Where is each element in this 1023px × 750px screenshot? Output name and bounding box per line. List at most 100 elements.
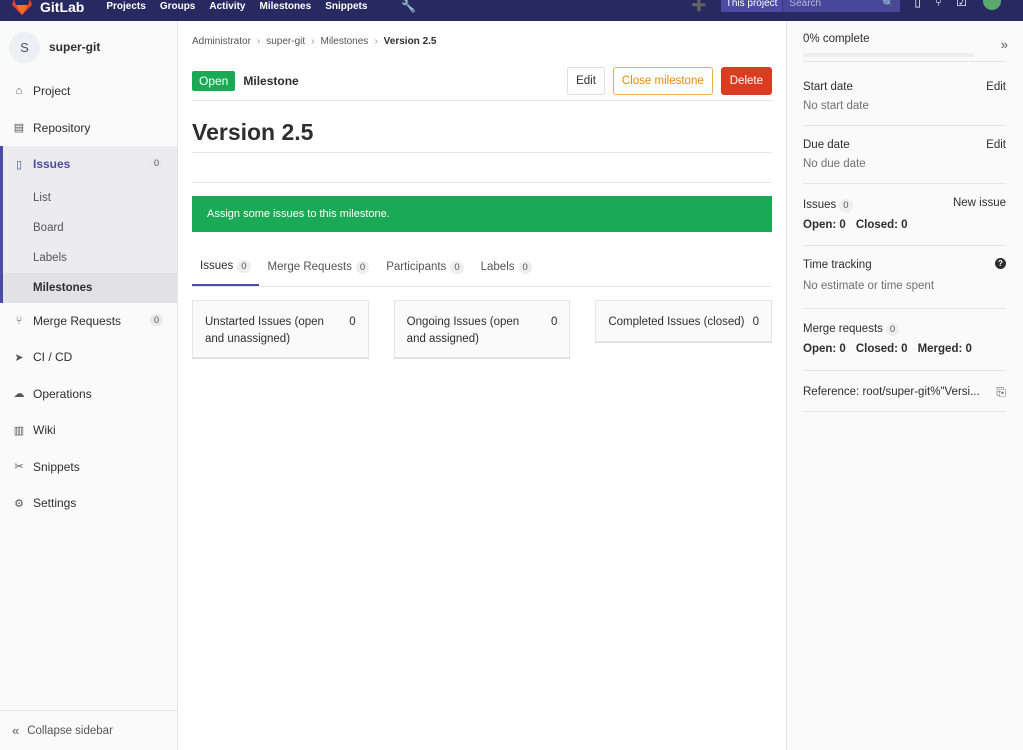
project-name: super-git (49, 40, 101, 54)
time-tracking-value: No estimate or time spent (803, 280, 935, 292)
issues-count: 0 (839, 199, 853, 212)
double-chevron-right-icon[interactable]: » (1001, 37, 1008, 52)
chevron-right-icon: › (311, 35, 315, 47)
due-date-value: No due date (803, 158, 866, 170)
sidebar-item-label: Wiki (33, 423, 56, 438)
milestone-header: Open Milestone Edit Close milestone Dele… (192, 61, 772, 101)
doc-icon: ▤ (13, 122, 25, 135)
board-count: 0 (752, 316, 760, 328)
search-input[interactable]: Search 🔍 (782, 0, 901, 12)
assign-issues-alert: Assign some issues to this milestone. (192, 196, 772, 232)
issues-block: Issues 0 New issue Open: 0 Closed: 0 (803, 184, 1006, 246)
sidebar-item-label: Repository (33, 120, 91, 135)
admin-wrench-icon[interactable]: 🔧 (401, 0, 416, 13)
progress-bar (803, 53, 974, 57)
sidebar-item-label: Settings (33, 496, 77, 511)
sidebar-item-settings[interactable]: ⚙ Settings (0, 485, 177, 522)
time-tracking-block: Time tracking ? No estimate or time spen… (803, 246, 1006, 309)
breadcrumb-current[interactable]: Version 2.5 (384, 36, 437, 47)
board-count: 0 (349, 316, 356, 328)
new-dropdown-icon[interactable]: ➕ (692, 0, 707, 12)
tab-labels[interactable]: Labels 0 (473, 248, 540, 286)
left-sidebar: S super-git ⌂ Project ▤ Repository ▯ Iss… (0, 21, 178, 750)
sidebar-item-merge-requests[interactable]: ⑂ Merge Requests 0 (0, 303, 177, 340)
nav-milestones[interactable]: Milestones (260, 1, 312, 12)
home-icon: ⌂ (15, 85, 23, 98)
breadcrumb-milestones[interactable]: Milestones (321, 36, 369, 47)
nav-snippets[interactable]: Snippets (325, 1, 367, 12)
sidebar-subitem-milestones[interactable]: Milestones (3, 272, 177, 303)
mr-merged: Merged: 0 (917, 343, 972, 355)
copy-clipboard-icon[interactable]: ⎘ (996, 385, 1006, 400)
sidebar-item-snippets[interactable]: ✂ Snippets (0, 449, 177, 486)
double-chevron-left-icon: « (12, 723, 20, 738)
sidebar-subitem-labels[interactable]: Labels (3, 243, 177, 273)
delete-button[interactable]: Delete (720, 67, 772, 95)
merge-requests-nav-icon[interactable]: ⑂ (935, 0, 942, 9)
sidebar-item-ci-cd[interactable]: ➤ CI / CD (0, 339, 177, 376)
start-date-block: Start date Edit No start date (803, 62, 1006, 126)
issues-title-text: Issues (803, 199, 837, 211)
gitlab-logo[interactable]: GitLab (12, 0, 84, 15)
merge-requests-block: Merge requests 0 Open: 0 Closed: 0 Merged: … (803, 309, 1006, 371)
issues-nav-icon[interactable]: ▯ (914, 0, 921, 9)
search-scope[interactable]: This project (720, 0, 783, 12)
tab-count: 0 (355, 260, 370, 274)
tab-label: Participants (386, 261, 447, 273)
sidebar-item-issues[interactable]: ▯ Issues 0 (3, 146, 177, 183)
due-date-edit-link[interactable]: Edit (986, 139, 1006, 151)
breadcrumb: Administrator › super-git › Milestones ›… (192, 21, 772, 61)
issues-open: Open: 0 (803, 219, 846, 231)
nav-groups[interactable]: Groups (160, 1, 196, 12)
start-date-value: No start date (803, 100, 869, 112)
tab-label: Merge Requests (267, 261, 352, 273)
reference-text: Reference: root/super-git%"Versi... (803, 386, 980, 398)
description-area (192, 153, 772, 183)
sidebar-item-wiki[interactable]: ▥ Wiki (0, 412, 177, 449)
sidebar-subitem-list[interactable]: List (3, 183, 177, 213)
close-milestone-button[interactable]: Close milestone (612, 67, 713, 95)
issues-closed: Closed: 0 (855, 219, 908, 231)
due-date-block: Due date Edit No due date (803, 126, 1006, 184)
user-avatar[interactable] (983, 0, 1001, 10)
issues-count-badge: 0 (149, 157, 163, 169)
new-issue-link[interactable]: New issue (953, 197, 1006, 209)
start-date-edit-link[interactable]: Edit (986, 81, 1006, 93)
board-unstarted: Unstarted Issues (open and unassigned) 0 (192, 300, 369, 358)
issues-stats: Open: 0 Closed: 0 (803, 219, 1006, 231)
sidebar-subitem-board[interactable]: Board (3, 213, 177, 243)
mr-closed: Closed: 0 (855, 343, 908, 355)
tab-count: 0 (237, 259, 251, 273)
nav-activity[interactable]: Activity (209, 1, 245, 12)
gitlab-fox-icon (12, 0, 32, 15)
tab-label: Labels (480, 261, 515, 273)
sidebar-item-label: Project (33, 84, 71, 99)
board-title: Ongoing Issues (open and assigned) (406, 316, 520, 345)
edit-button[interactable]: Edit (567, 67, 605, 95)
breadcrumb-project[interactable]: super-git (266, 36, 305, 47)
sidebar-item-project[interactable]: ⌂ Project (0, 73, 177, 110)
tab-participants[interactable]: Participants 0 (378, 248, 471, 286)
sidebar-item-repository[interactable]: ▤ Repository (0, 110, 177, 147)
due-date-title: Due date (803, 139, 850, 151)
board-title: Completed Issues (closed) (608, 316, 745, 328)
nav-projects[interactable]: Projects (106, 1, 145, 12)
board-completed: Completed Issues (closed) 0 (595, 300, 773, 342)
tab-issues[interactable]: Issues 0 (192, 248, 259, 286)
main-content: Administrator › super-git › Milestones ›… (192, 21, 773, 358)
tab-merge-requests[interactable]: Merge Requests 0 (260, 248, 378, 286)
board-count: 0 (550, 316, 558, 328)
todos-nav-icon[interactable]: ☑ (956, 0, 967, 9)
collapse-sidebar-button[interactable]: « Collapse sidebar (0, 710, 178, 750)
status-badge: Open (192, 70, 236, 91)
issues-icon: ▯ (15, 158, 23, 171)
collapse-sidebar-label: Collapse sidebar (27, 724, 113, 737)
question-icon[interactable]: ? (995, 258, 1006, 269)
mr-open: Open: 0 (803, 343, 846, 355)
sidebar-project[interactable]: S super-git (0, 21, 177, 73)
page-title: Version 2.5 (192, 101, 772, 153)
sidebar-item-label: Issues (33, 157, 71, 172)
sidebar-item-operations[interactable]: ☁ Operations (0, 376, 177, 413)
breadcrumb-administrator[interactable]: Administrator (192, 36, 251, 47)
tab-count: 0 (518, 260, 532, 274)
